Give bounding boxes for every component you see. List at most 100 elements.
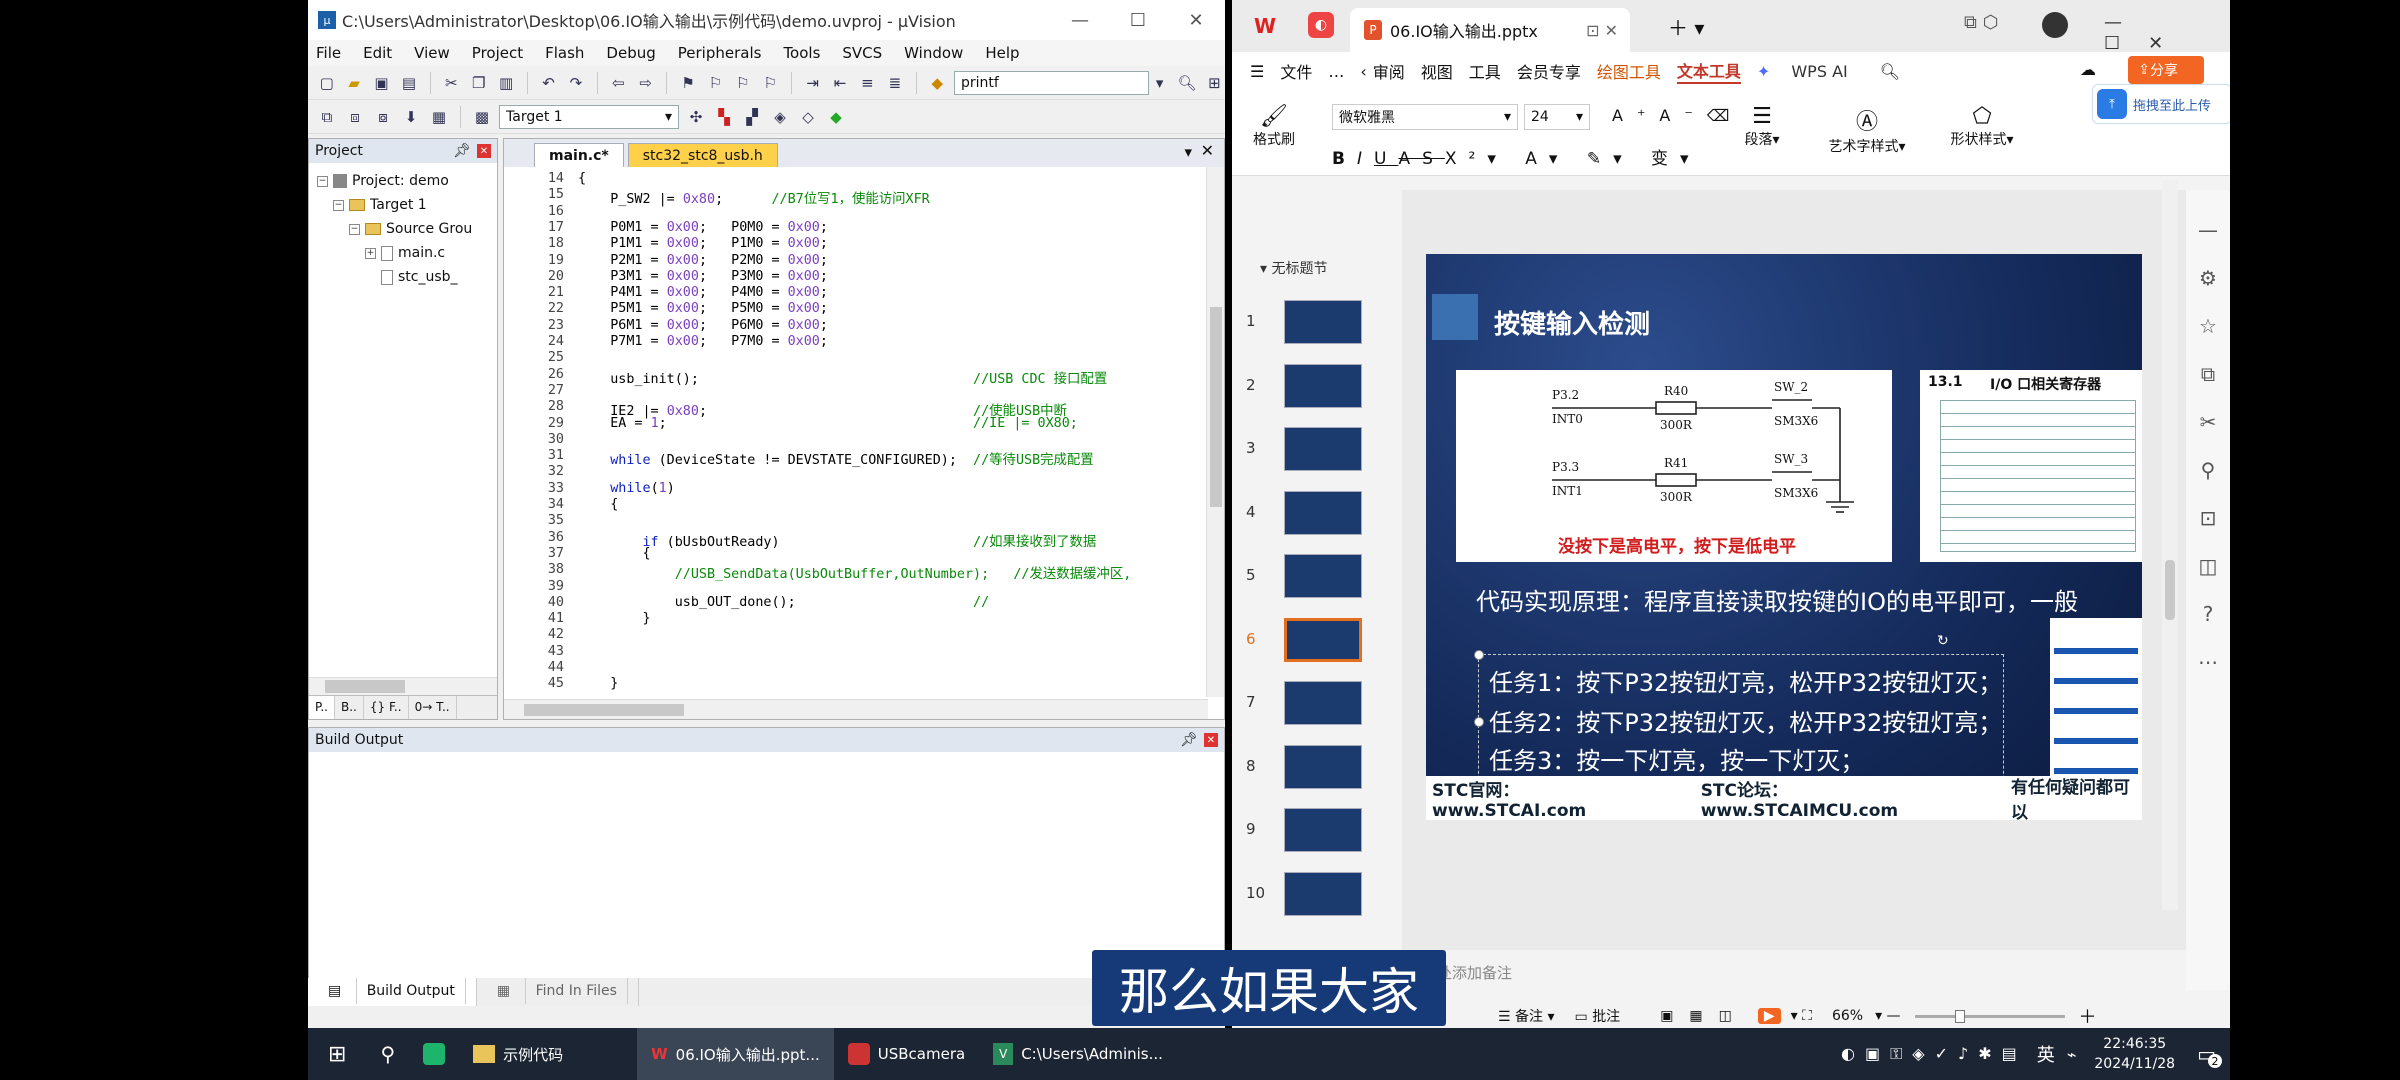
text-style-icons[interactable]: BIUASX²▾ A▾ ✎▾ 变▾: [1332, 144, 1701, 169]
slide-thumbnail[interactable]: [1284, 427, 1362, 471]
slide-thumbnail[interactable]: [1284, 363, 1362, 408]
menu-peripherals[interactable]: Peripherals: [678, 44, 762, 62]
network-icon[interactable]: ⌁: [2067, 1045, 2077, 1064]
code-line[interactable]: while (DeviceState != DEVSTATE_CONFIGURE…: [578, 448, 1093, 468]
save-icon[interactable]: ▣: [371, 72, 392, 94]
slide-thumbnail[interactable]: [1284, 744, 1362, 789]
expand-icon[interactable]: +: [365, 247, 376, 259]
bookmark-icon[interactable]: ⚑: [677, 72, 698, 94]
menu-view[interactable]: View: [414, 44, 450, 62]
close-pane-icon[interactable]: ✕: [1204, 733, 1218, 747]
file-extensions-icon[interactable]: ▞: [741, 106, 763, 128]
tab-functions[interactable]: {} F..: [364, 696, 409, 719]
hamburger-icon[interactable]: ☰: [1250, 62, 1264, 81]
code-line[interactable]: {: [578, 497, 618, 512]
menu-text-tools[interactable]: 文本工具: [1676, 58, 1741, 84]
avatar[interactable]: [2042, 12, 2068, 38]
slide[interactable]: 按键输入检测 P3.2 INT0 R40 300R SW_2 SM3X6 P3.…: [1426, 254, 2142, 820]
rotate-handle-icon[interactable]: ↻: [1937, 633, 1951, 649]
find-in-files-icon[interactable]: ◆: [927, 72, 948, 94]
build-icon[interactable]: ⧈: [344, 106, 366, 128]
redo-icon[interactable]: ↷: [565, 72, 586, 94]
slide-thumbnail[interactable]: [1284, 490, 1362, 535]
code-line[interactable]: {: [578, 546, 650, 561]
code-line[interactable]: }: [578, 676, 618, 691]
format-brush-button[interactable]: 🖌︎ 格式刷: [1244, 104, 1304, 149]
wps-window-buttons[interactable]: —☐✕: [2104, 12, 2230, 54]
collapse-icon[interactable]: −: [349, 223, 360, 235]
zoom-slider[interactable]: [1914, 1009, 2065, 1023]
task-1[interactable]: 任务1：按下P32按钮灯亮，松开P32按钮灯灭；: [1489, 663, 2002, 698]
target-options-icon[interactable]: ✣: [685, 106, 707, 128]
tray-icons[interactable]: ◐▣⚿◈✓♪✱▤: [1841, 1044, 2027, 1064]
slide-thumbnail[interactable]: [1284, 617, 1362, 662]
task-2[interactable]: 任务2：按下P32按钮灯灭，松开P32按钮灯亮；: [1489, 703, 2002, 738]
new-tab-icon[interactable]: ＋ ▾: [1668, 12, 1704, 41]
code-line[interactable]: P7M1 = 0x00; P7M0 = 0x00;: [578, 334, 828, 349]
principle-text[interactable]: 代码实现原理：程序直接读取按键的IO的电平即可，一般: [1476, 582, 2078, 617]
chat-app-icon[interactable]: [409, 1028, 459, 1080]
bookmark-next-icon[interactable]: ⚐: [732, 72, 753, 94]
code-line[interactable]: P4M1 = 0x00; P4M0 = 0x00;: [578, 285, 828, 300]
tab-main-c[interactable]: main.c*: [534, 143, 624, 167]
resize-handle[interactable]: [1474, 650, 1484, 660]
dropdown-icon[interactable]: ▾: [1149, 72, 1170, 94]
collapse-icon[interactable]: −: [333, 199, 344, 211]
slide-title[interactable]: 按键输入检测: [1494, 304, 1650, 341]
slide-thumbnail[interactable]: [1284, 871, 1362, 916]
pin-icon[interactable]: 📌︎: [453, 143, 471, 159]
menu-member[interactable]: 会员专享: [1517, 59, 1581, 83]
play-icon[interactable]: ▶: [1757, 1008, 1781, 1024]
collapse-icon[interactable]: −: [317, 175, 328, 187]
resize-handle[interactable]: [1474, 717, 1484, 727]
zoom-value[interactable]: 66%: [1832, 1008, 1863, 1024]
batch-build-icon[interactable]: ▩: [471, 106, 493, 128]
tab-templates[interactable]: 0→ T..: [409, 696, 457, 719]
menu-wps-ai[interactable]: ✦ WPS AI: [1757, 62, 1864, 81]
find-icon[interactable]: 🔍︎: [1176, 72, 1197, 94]
start-button[interactable]: ⊞: [308, 1028, 366, 1080]
slide-thumbnail[interactable]: [1284, 554, 1362, 598]
tree-source-group[interactable]: − Source Grou: [349, 221, 472, 237]
fit-icon[interactable]: ▾ ⛶: [1791, 1008, 1812, 1024]
tab-list-icon[interactable]: ▾: [1184, 143, 1192, 161]
wps-logo-icon[interactable]: W: [1254, 14, 1276, 38]
font-select[interactable]: 微软雅黑 ▾: [1332, 104, 1518, 130]
search-combo[interactable]: printf: [953, 70, 1149, 95]
tab-books[interactable]: B..: [335, 696, 364, 719]
search-icon[interactable]: 🔍︎: [1880, 62, 1900, 81]
task-usbcamera[interactable]: USBcamera: [834, 1028, 979, 1080]
menu-view[interactable]: 视图: [1421, 59, 1453, 83]
notes-toggle[interactable]: ☰ 备注 ▾: [1498, 1006, 1555, 1026]
chevron-left-icon[interactable]: ‹: [1360, 62, 1366, 81]
menu-tools[interactable]: Tools: [783, 44, 820, 62]
task-3[interactable]: 任务3：按一下灯亮，按一下灯灭；: [1489, 741, 1864, 776]
code-line[interactable]: usb_init(); //USB CDC 接口配置: [578, 367, 1107, 387]
scroll-thumb[interactable]: [1210, 307, 1222, 507]
minimize-button[interactable]: —: [1051, 0, 1109, 40]
code-line[interactable]: P0M1 = 0x00; P0M0 = 0x00;: [578, 220, 828, 235]
shape-style-button[interactable]: ⬠ 形状样式▾: [1932, 104, 2032, 149]
register-table-image[interactable]: 13.1 I/O 口相关寄存器: [1920, 370, 2142, 562]
rebuild-icon[interactable]: ⧇: [372, 106, 394, 128]
tab-build-output[interactable]: ▤ Build Output: [308, 978, 477, 1006]
nav-forward-icon[interactable]: ⇨: [635, 72, 656, 94]
zoom-slider-thumb[interactable]: [1954, 1009, 1965, 1023]
input-language[interactable]: 英: [2037, 1041, 2055, 1067]
menu-drawing-tools[interactable]: 绘图工具: [1597, 59, 1661, 83]
pin-icon[interactable]: 📌︎: [1180, 732, 1198, 748]
stop-build-icon[interactable]: ▦: [428, 106, 450, 128]
manage-components-icon[interactable]: ▚: [713, 106, 735, 128]
notification-icon[interactable]: ▭ 2: [2197, 1042, 2222, 1068]
circuit-diagram[interactable]: P3.2 INT0 R40 300R SW_2 SM3X6 P3.3 INT1 …: [1456, 370, 1892, 562]
comment-icon[interactable]: ≡: [857, 72, 878, 94]
tree-target[interactable]: − Target 1: [333, 197, 427, 213]
bookmark-prev-icon[interactable]: ⚐: [705, 72, 726, 94]
task-uvision[interactable]: V C:\Users\Adminis...: [979, 1028, 1177, 1080]
font-grow-shrink-icons[interactable]: A⁺A⁻⌫: [1612, 106, 1743, 125]
menu-file[interactable]: 文件: [1280, 59, 1312, 83]
menu-debug[interactable]: Debug: [606, 44, 655, 62]
close-button[interactable]: ✕: [1167, 0, 1225, 40]
unindent-icon[interactable]: ⇤: [829, 72, 850, 94]
select-software-packs-icon[interactable]: ◈: [769, 106, 791, 128]
